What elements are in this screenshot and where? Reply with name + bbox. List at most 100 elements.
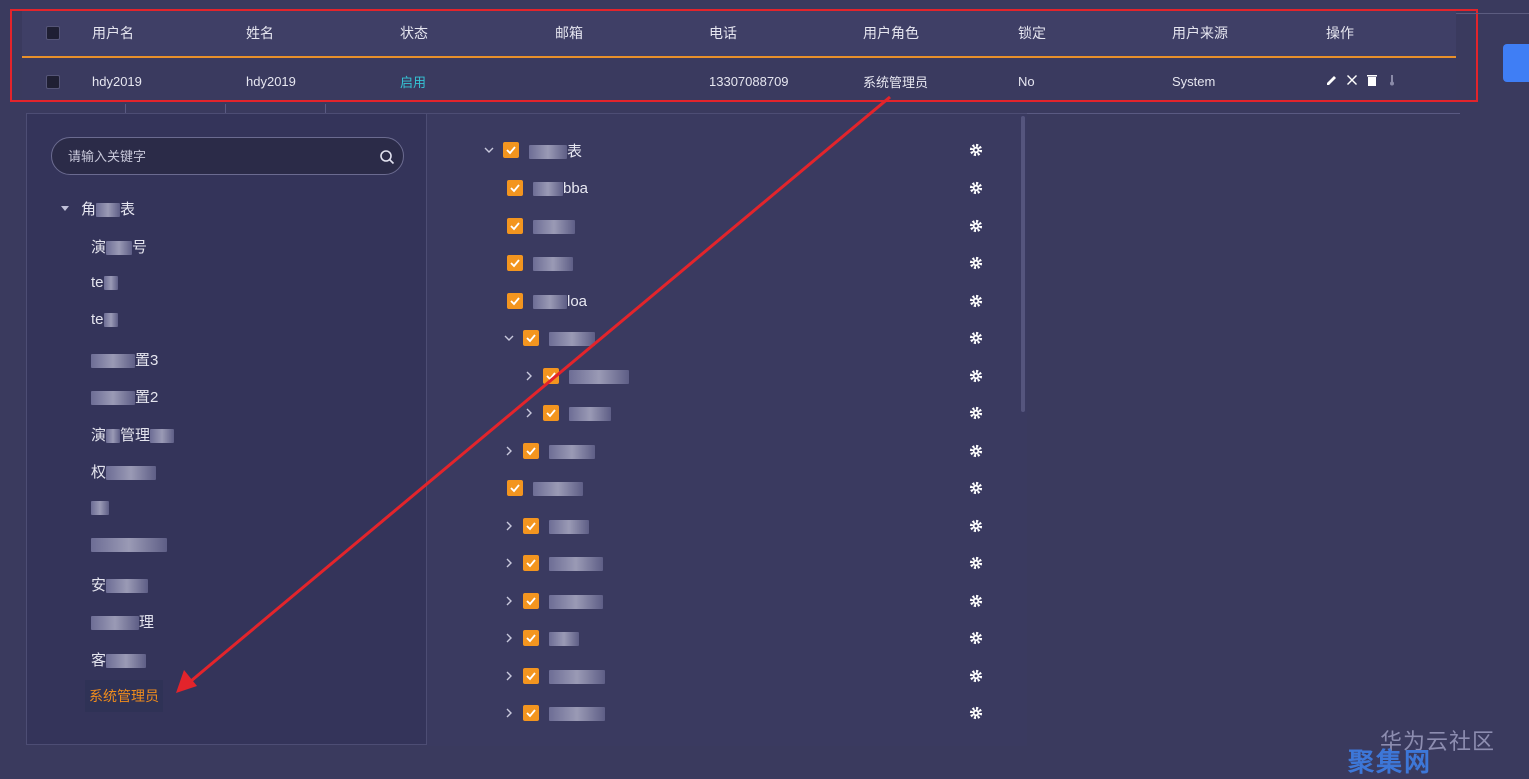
menu-tree-row[interactable]: bba [507, 176, 588, 200]
menu-tree-row[interactable] [503, 664, 605, 688]
tools-icon[interactable] [1346, 74, 1358, 89]
menu-checkbox[interactable] [507, 293, 523, 309]
gear-icon[interactable] [969, 481, 983, 495]
chevron-right-icon[interactable] [503, 445, 515, 457]
gear-icon[interactable] [969, 256, 983, 270]
gear-icon[interactable] [969, 143, 983, 157]
menu-tree-row[interactable] [503, 514, 589, 538]
gear-icon[interactable] [969, 594, 983, 608]
role-item[interactable]: 理 [91, 611, 154, 632]
header-fullname[interactable]: 姓名 [246, 9, 274, 56]
menu-checkbox[interactable] [523, 555, 539, 571]
menu-tree-row[interactable] [503, 701, 605, 725]
search-icon[interactable] [379, 149, 395, 165]
chevron-right-icon[interactable] [503, 670, 515, 682]
menu-tree-label: 表 [529, 140, 582, 161]
gear-icon[interactable] [969, 331, 983, 345]
gear-icon[interactable] [969, 219, 983, 233]
menu-checkbox[interactable] [543, 405, 559, 421]
gear-icon[interactable] [969, 556, 983, 570]
header-phone[interactable]: 电话 [709, 9, 737, 56]
menu-checkbox[interactable] [507, 480, 523, 496]
search-field[interactable] [51, 137, 404, 175]
menu-tree-row[interactable] [523, 401, 611, 425]
role-item-selected[interactable]: 系统管理员 [85, 680, 163, 712]
role-item[interactable]: 置2 [91, 386, 158, 407]
chevron-right-icon[interactable] [523, 407, 535, 419]
menu-checkbox[interactable] [523, 630, 539, 646]
chevron-right-icon[interactable] [503, 520, 515, 532]
gear-icon[interactable] [969, 519, 983, 533]
divider [225, 104, 226, 113]
gear-icon[interactable] [969, 181, 983, 195]
header-source[interactable]: 用户来源 [1172, 9, 1228, 56]
menu-tree-row[interactable] [507, 251, 573, 275]
menu-tree-label [569, 368, 629, 385]
role-item[interactable]: 置3 [91, 349, 158, 370]
gear-icon[interactable] [969, 444, 983, 458]
menu-checkbox[interactable] [523, 593, 539, 609]
table-row[interactable]: hdy2019 hdy2019 启用 13307088709 系统管理员 No … [22, 58, 1456, 105]
menu-tree-label-text: bba [563, 179, 589, 197]
menu-tree-row[interactable] [503, 589, 603, 613]
chevron-right-icon[interactable] [523, 370, 535, 382]
role-item[interactable]: te [91, 311, 118, 328]
chevron-down-icon[interactable] [503, 332, 515, 344]
chevron-down-icon[interactable] [483, 144, 495, 156]
menu-tree-row[interactable]: loa [507, 289, 587, 313]
menu-tree-row[interactable] [507, 476, 583, 500]
caret-down-icon[interactable] [61, 205, 69, 212]
header-role[interactable]: 用户角色 [863, 9, 919, 56]
menu-checkbox[interactable] [543, 368, 559, 384]
menu-tree-row[interactable] [503, 326, 595, 350]
menu-checkbox[interactable] [523, 330, 539, 346]
chevron-right-icon[interactable] [503, 707, 515, 719]
edit-icon[interactable] [1326, 74, 1338, 89]
role-item[interactable]: 演号 [91, 236, 147, 257]
gear-icon[interactable] [969, 369, 983, 383]
role-tree-root[interactable]: 角表 [61, 198, 135, 219]
role-item[interactable] [91, 536, 167, 553]
role-item[interactable]: te [91, 274, 118, 291]
header-email[interactable]: 邮箱 [555, 9, 583, 56]
header-status[interactable]: 状态 [400, 9, 428, 56]
menu-checkbox[interactable] [523, 705, 539, 721]
menu-tree-row[interactable] [503, 439, 595, 463]
cell-status: 启用 [400, 75, 427, 90]
header-locked[interactable]: 锁定 [1018, 9, 1046, 56]
menu-tree-row[interactable] [503, 551, 603, 575]
chevron-right-icon[interactable] [503, 632, 515, 644]
menu-tree-row[interactable] [523, 364, 629, 388]
menu-checkbox[interactable] [523, 668, 539, 684]
menu-checkbox[interactable] [523, 443, 539, 459]
menu-tree-row[interactable]: 表 [483, 138, 582, 162]
role-item[interactable]: 客 [91, 649, 147, 670]
header-username[interactable]: 用户名 [92, 9, 134, 56]
select-all-checkbox[interactable] [46, 9, 60, 56]
row-checkbox[interactable] [46, 58, 60, 105]
menu-checkbox[interactable] [503, 142, 519, 158]
thermometer-icon[interactable] [1386, 74, 1398, 89]
menu-checkbox[interactable] [507, 218, 523, 234]
role-item[interactable]: 安 [91, 574, 149, 595]
chevron-right-icon[interactable] [503, 595, 515, 607]
role-item[interactable] [91, 499, 109, 516]
menu-tree-row[interactable] [507, 214, 575, 238]
menu-checkbox[interactable] [507, 255, 523, 271]
menu-checkbox[interactable] [523, 518, 539, 534]
menu-tree-row[interactable] [503, 626, 579, 650]
role-item[interactable]: 权 [91, 461, 157, 482]
gear-icon[interactable] [969, 406, 983, 420]
search-input[interactable] [66, 147, 370, 165]
redacted-text [103, 276, 118, 291]
delete-icon[interactable] [1366, 74, 1378, 89]
gear-icon[interactable] [969, 706, 983, 720]
role-item[interactable]: 演管理 [91, 424, 175, 445]
gear-icon[interactable] [969, 669, 983, 683]
scrollbar[interactable] [1021, 116, 1025, 412]
action-button[interactable] [1503, 44, 1529, 82]
gear-icon[interactable] [969, 294, 983, 308]
menu-checkbox[interactable] [507, 180, 523, 196]
chevron-right-icon[interactable] [503, 557, 515, 569]
gear-icon[interactable] [969, 631, 983, 645]
